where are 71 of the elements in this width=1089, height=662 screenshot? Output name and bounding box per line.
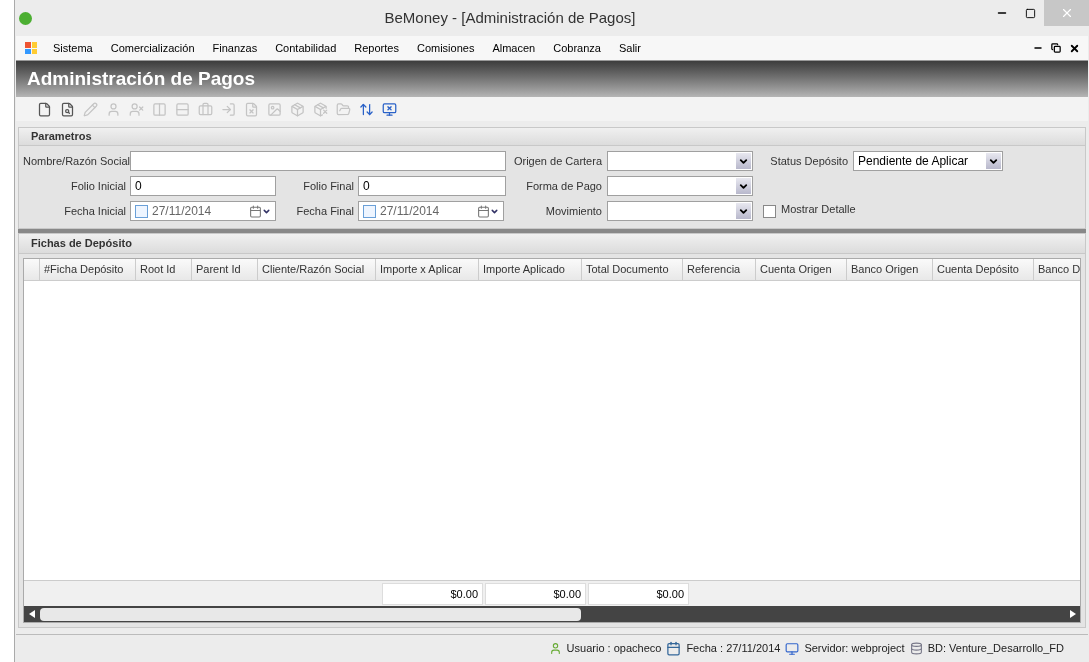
column-header[interactable]: Parent Id: [192, 259, 258, 280]
column-header[interactable]: #Ficha Depósito: [40, 259, 136, 280]
calendar-icon: [477, 204, 499, 218]
column-header[interactable]: Banco Origen: [847, 259, 933, 280]
field-label: Origen de Cartera: [512, 154, 602, 168]
status-user: Usuario : opacheco: [566, 641, 662, 657]
section-title: Fichas de Depósito: [31, 236, 132, 252]
total-cell: $0.00: [588, 582, 689, 605]
dropdown-field[interactable]: [607, 151, 753, 171]
checkbox-label: Mostrar Detalle: [781, 201, 856, 217]
database-icon: [909, 642, 923, 655]
dropdown-field[interactable]: [607, 176, 753, 196]
scroll-left-icon[interactable]: [29, 610, 35, 618]
menu-item[interactable]: Comisiones: [407, 39, 484, 57]
section-title: Parametros: [31, 129, 92, 145]
date-field[interactable]: 27/11/2014: [130, 201, 276, 221]
field-label: Folio Inicial: [69, 179, 126, 193]
column-header[interactable]: Total Documento: [582, 259, 683, 280]
column-header[interactable]: Importe x Aplicar: [376, 259, 479, 280]
menu-item[interactable]: Reportes: [345, 39, 408, 57]
document-icon[interactable]: [36, 100, 53, 118]
menu-item[interactable]: Sistema: [44, 39, 102, 57]
checkbox[interactable]: [363, 204, 376, 218]
page-title: Administración de Pagos: [27, 66, 256, 91]
total-cell: $0.00: [382, 582, 483, 605]
app-logo-icon: [19, 11, 32, 25]
menu-item[interactable]: Comercialización: [101, 39, 204, 57]
column-header[interactable]: Banco D: [1034, 259, 1080, 280]
input-field[interactable]: [130, 151, 506, 171]
scroll-right-icon[interactable]: [1070, 610, 1076, 618]
input-field[interactable]: 0: [130, 176, 276, 196]
menu-item[interactable]: Salir: [609, 39, 650, 57]
status-server: Servidor: webproject: [804, 641, 905, 657]
field-label: Movimiento: [544, 204, 602, 218]
field-label: Fecha Inicial: [63, 204, 126, 218]
restore-icon[interactable]: [1051, 43, 1061, 53]
checkbox[interactable]: [135, 204, 148, 218]
date-field[interactable]: 27/11/2014: [358, 201, 504, 221]
menu-item[interactable]: Finanzas: [203, 39, 267, 57]
field-label: Status Depósito: [769, 154, 848, 168]
status-date: Fecha : 27/11/2014: [686, 641, 781, 657]
menu-item[interactable]: Contabilidad: [266, 39, 346, 57]
column-header[interactable]: Importe Aplicado: [479, 259, 582, 280]
scrollbar-thumb[interactable]: [40, 607, 581, 621]
field-label: Forma de Pago: [525, 179, 602, 193]
checkbox[interactable]: [763, 204, 776, 218]
column-header[interactable]: Root Id: [136, 259, 192, 280]
status-database: BD: Venture_Desarrollo_FD: [927, 641, 1064, 657]
column-header[interactable]: Cliente/Razón Social: [258, 259, 376, 280]
input-field[interactable]: 0: [358, 176, 506, 196]
column-header[interactable]: Cuenta Depósito: [933, 259, 1034, 280]
menu-item[interactable]: Almacen: [483, 39, 545, 57]
field-label: Folio Final: [302, 179, 354, 193]
document-search-icon[interactable]: [59, 100, 76, 118]
menu-item[interactable]: Cobranza: [544, 39, 610, 57]
field-label: Fecha Final: [295, 204, 354, 218]
user-icon: [548, 642, 562, 655]
calendar-icon: [249, 204, 271, 218]
monitor-icon: [785, 641, 800, 656]
total-cell: $0.00: [485, 582, 586, 605]
close-icon[interactable]: [1069, 42, 1080, 54]
column-header[interactable]: Cuenta Origen: [756, 259, 847, 280]
calendar-icon: [666, 641, 682, 656]
dropdown-field[interactable]: [607, 201, 753, 221]
window-title: BeMoney - [Administración de Pagos]: [383, 7, 637, 28]
dropdown-field[interactable]: Pendiente de Aplicar: [853, 151, 1003, 171]
maximize-icon: [1024, 7, 1036, 19]
monitor-remove-icon[interactable]: [381, 100, 398, 118]
horizontal-scrollbar[interactable]: [24, 606, 1080, 622]
windows-icon: [25, 42, 37, 54]
column-header[interactable]: Referencia: [683, 259, 756, 280]
